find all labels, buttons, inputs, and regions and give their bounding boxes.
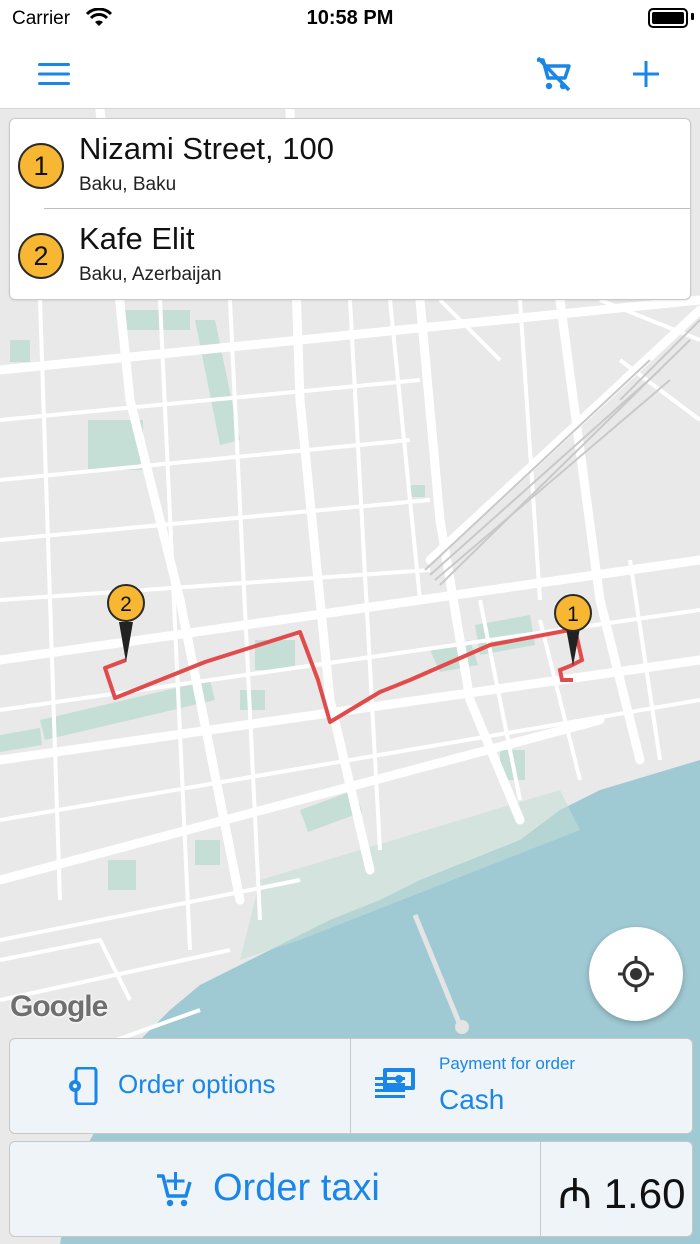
status-bar: Carrier 10:58 PM	[0, 0, 700, 38]
payment-method-button[interactable]: Payment for order Cash	[351, 1039, 692, 1133]
price-divider	[540, 1142, 541, 1236]
order-taxi-button[interactable]: Order taxi	[10, 1142, 540, 1236]
status-time: 10:58 PM	[306, 7, 394, 29]
stop-badge-2: 2	[18, 233, 64, 279]
destination-address-subtitle: Baku, Azerbaijan	[79, 264, 222, 285]
google-logo: Google	[10, 990, 108, 1023]
address-row-pickup[interactable]: 1 Nizami Street, 100 Baku, Baku	[10, 119, 690, 209]
map-pin-2-number: 2	[120, 593, 132, 616]
pickup-address-title: Nizami Street, 100	[79, 131, 334, 166]
options-panel: Order options Payment for order Cash	[9, 1038, 693, 1134]
phone-settings-icon	[69, 1067, 98, 1105]
payment-caption: Payment for order	[439, 1054, 576, 1073]
destination-address-title: Kafe Elit	[79, 221, 195, 256]
battery-icon	[648, 8, 688, 28]
plus-icon	[633, 61, 659, 87]
address-row-destination[interactable]: 2 Kafe Elit Baku, Azerbaijan	[10, 209, 690, 299]
cart-add-icon	[157, 1172, 192, 1207]
cart-off-button[interactable]	[531, 52, 575, 96]
order-options-button[interactable]: Order options	[10, 1039, 350, 1133]
price-value: ₼ 1.60	[558, 1170, 686, 1217]
map-pin-1-number: 1	[567, 603, 579, 626]
menu-button[interactable]	[32, 52, 76, 96]
route-address-card: 1 Nizami Street, 100 Baku, Baku 2 Kafe E…	[9, 118, 691, 300]
stop-badge-1: 1	[18, 143, 64, 189]
cart-off-icon	[536, 56, 571, 92]
add-button[interactable]	[624, 52, 668, 96]
payment-value: Cash	[439, 1084, 505, 1115]
order-panel: Order taxi ₼ 1.60	[9, 1141, 693, 1237]
order-taxi-label: Order taxi	[213, 1167, 380, 1209]
crosshair-icon	[618, 956, 654, 992]
order-options-label: Order options	[118, 1069, 276, 1099]
cash-icon	[375, 1068, 415, 1098]
nav-bar	[0, 38, 700, 109]
my-location-button[interactable]	[589, 927, 683, 1021]
menu-icon	[38, 63, 70, 85]
pickup-address-subtitle: Baku, Baku	[79, 174, 177, 195]
